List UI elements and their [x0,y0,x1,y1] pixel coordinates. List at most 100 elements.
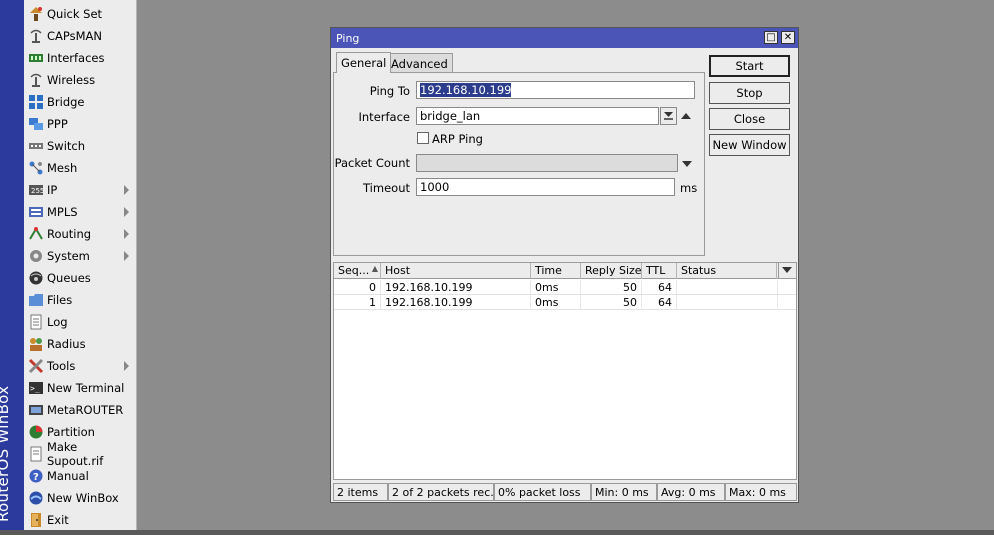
supout-icon [27,446,45,462]
menu-item-label: Wireless [47,73,96,87]
timeout-input[interactable]: 1000 [416,178,675,196]
table-row[interactable]: 1 192.168.10.199 0ms 50 64 [334,295,796,310]
menu-item-label: Queues [47,271,91,285]
menu-item-new-winbox[interactable]: New WinBox [24,487,137,509]
menu-item-label: System [47,249,90,263]
arp-ping-label: ARP Ping [432,132,483,146]
column-seq-label: Seq... [338,264,370,277]
queues-icon [27,270,45,286]
close-icon: ✕ [783,32,793,43]
menu-item-label: Interfaces [47,51,105,65]
tab-advanced[interactable]: Advanced [386,53,453,73]
table-row[interactable]: 0 192.168.10.199 0ms 50 64 [334,280,796,295]
interface-select[interactable]: bridge_lan [416,107,659,125]
tab-general[interactable]: General [336,52,392,73]
status-bar: 2 items 2 of 2 packets rec... 0% packet … [333,483,797,501]
column-ttl[interactable]: TTL [642,263,677,279]
arp-ping-checkbox[interactable] [417,132,429,144]
menu-item-ip[interactable]: 255 IP [24,179,137,201]
general-tab-panel: Ping To 192.168.10.199 Interface bridge_… [333,72,705,256]
ping-window: Ping □ ✕ General Advanced Ping To 192.16… [330,27,799,503]
ping-to-value: 192.168.10.199 [420,83,512,97]
menu-item-label: New Terminal [47,381,125,395]
tab-advanced-label: Advanced [391,57,448,71]
cell-seq: 1 [334,295,381,310]
menu-item-label: Tools [47,359,76,373]
menu-item-metarouter[interactable]: MetaROUTER [24,399,137,421]
close-window-button[interactable]: ✕ [781,31,795,44]
close-button[interactable]: Close [709,108,790,130]
column-time[interactable]: Time [531,263,581,279]
menu-item-mpls[interactable]: MPLS [24,201,137,223]
menu-item-label: PPP [47,117,68,131]
menu-item-files[interactable]: Files [24,289,137,311]
table-header: Seq... ▲ Host Time Reply Size TTL Status [334,263,796,279]
menu-item-wireless[interactable]: Wireless [24,69,137,91]
terminal-icon: >_ [27,380,45,396]
menu-item-ppp[interactable]: PPP [24,113,137,135]
cell-seq: 0 [334,280,381,295]
interface-dropdown-button[interactable] [660,107,677,125]
menu-item-tools[interactable]: Tools [24,355,137,377]
status-avg: Avg: 0 ms [657,483,725,501]
submenu-arrow-icon [124,207,129,217]
capsman-icon [27,28,45,44]
brand-label: RouterOS WinBox [0,385,12,522]
expand-down-icon[interactable] [681,159,693,169]
menu-item-label: Quick Set [47,7,103,21]
stop-button[interactable]: Stop [709,82,790,104]
menu-item-exit[interactable]: Exit [24,509,137,531]
menu-item-interfaces[interactable]: Interfaces [24,47,137,69]
packet-count-input[interactable] [416,154,678,172]
menu-item-label: Bridge [47,95,85,109]
brand-text-container: RouterOS WinBox [0,2,22,522]
menu-item-system[interactable]: System [24,245,137,267]
menu-item-radius[interactable]: Radius [24,333,137,355]
new-window-button[interactable]: New Window [709,134,790,156]
timeout-unit: ms [680,181,698,195]
collapse-up-icon[interactable] [680,111,692,121]
menu-item-mesh[interactable]: Mesh [24,157,137,179]
maximize-button[interactable]: □ [764,31,778,44]
column-status[interactable]: Status [677,263,777,279]
files-icon [27,292,45,308]
brand-strip: RouterOS WinBox [0,0,24,530]
status-min: Min: 0 ms [591,483,657,501]
menu-item-manual[interactable]: ? Manual [24,465,137,487]
column-seq[interactable]: Seq... ▲ [334,263,381,279]
wireless-icon [27,72,45,88]
column-chooser-button[interactable] [778,263,796,279]
metarouter-icon [27,402,45,418]
bridge-icon [27,94,45,110]
menu-item-make-supout-rif[interactable]: Make Supout.rif [24,440,137,468]
start-button[interactable]: Start [709,55,790,77]
menu-item-bridge[interactable]: Bridge [24,91,137,113]
menu-item-label: Exit [47,513,69,527]
timeout-label: Timeout [363,181,410,195]
mesh-icon [27,160,45,176]
timeout-value: 1000 [420,180,450,194]
menu-item-label: IP [47,183,58,197]
column-reply-size[interactable]: Reply Size [581,263,642,279]
ping-to-input[interactable]: 192.168.10.199 [416,81,695,99]
window-titlebar[interactable]: Ping □ ✕ [331,28,798,48]
menu-item-switch[interactable]: Switch [24,135,137,157]
sort-asc-icon: ▲ [371,264,378,273]
column-host[interactable]: Host [381,263,531,279]
menu-item-queues[interactable]: Queues [24,267,137,289]
menu-item-new-terminal[interactable]: >_ New Terminal [24,377,137,399]
menu-item-label: CAPsMAN [47,29,103,43]
manual-icon: ? [27,468,45,484]
interface-label: Interface [358,110,411,124]
interfaces-icon [27,50,45,66]
submenu-arrow-icon [124,361,129,371]
cell-time: 0ms [531,280,581,295]
menu-item-quick-set[interactable]: Quick Set [24,3,137,25]
menu-item-capsman[interactable]: CAPsMAN [24,25,137,47]
menu-item-label: New WinBox [47,491,119,505]
menu-item-log[interactable]: Log [24,311,137,333]
menu-item-routing[interactable]: Routing [24,223,137,245]
ping-to-label: Ping To [369,84,410,98]
dropdown-arrow-icon [664,112,673,120]
submenu-arrow-icon [124,185,129,195]
